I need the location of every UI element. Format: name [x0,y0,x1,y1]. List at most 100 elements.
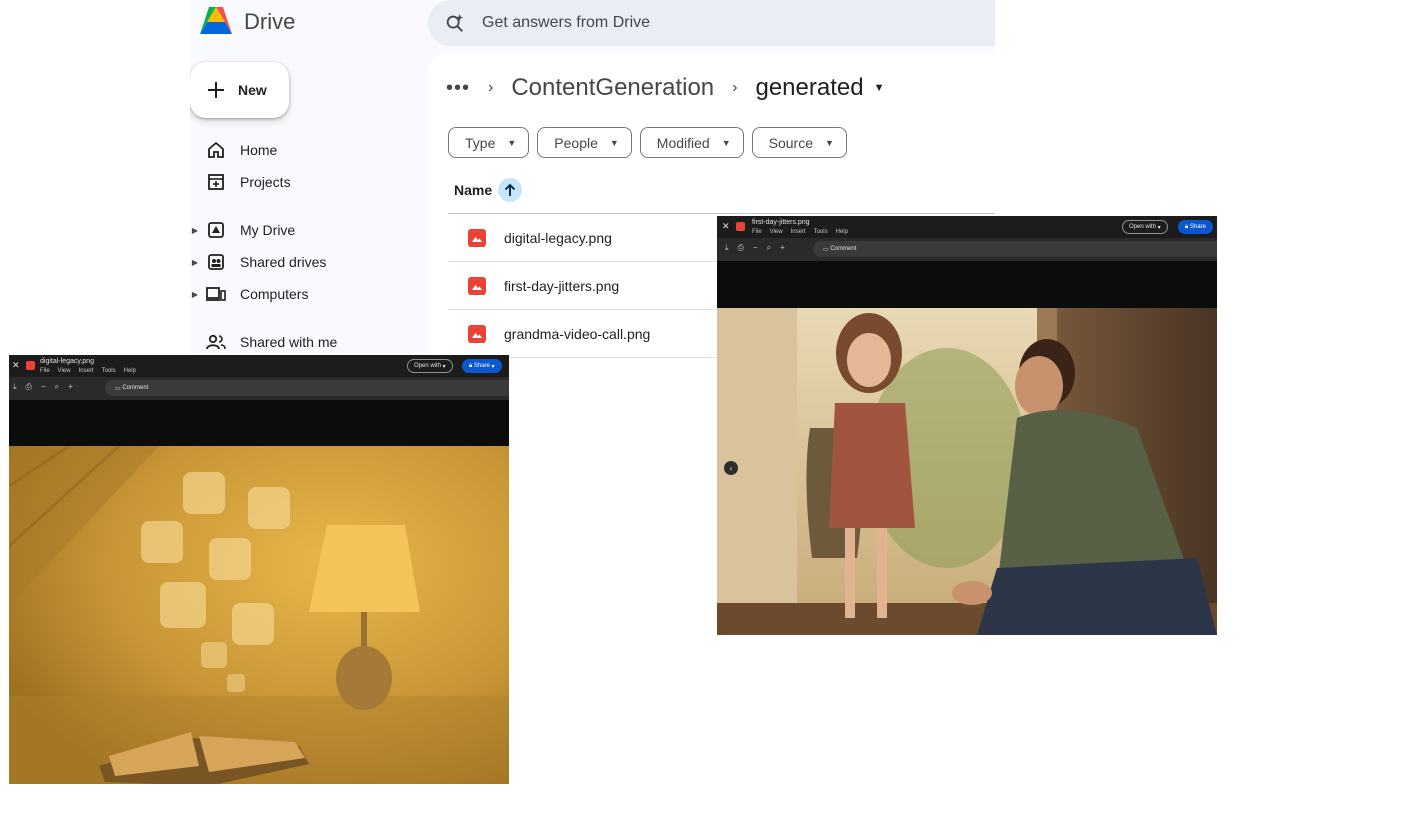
close-icon[interactable]: ✕ [722,221,730,232]
dimmed-background [717,261,1217,308]
preview-title: first-day-jitters.png [752,219,810,226]
filter-label: Modified [656,134,710,151]
sidebar-item-label: Shared with me [240,334,338,350]
menu-tools[interactable]: Tools [102,368,116,374]
menu-tools[interactable]: Tools [814,229,828,235]
dropdown-arrow-icon: ▼ [721,137,731,148]
filter-modified[interactable]: Modified ▼ [639,127,744,158]
sidebar-item-shared-with-me[interactable]: Shared with me [190,326,428,358]
share-button[interactable]: 🔒︎ Share [1178,220,1213,234]
filter-people[interactable]: People ▼ [537,127,632,158]
preview-tools: ⤓ ⎙ − ⌕ + ▭ Comment [9,377,509,400]
preview-image-digital-legacy [9,446,509,784]
image-file-icon [736,222,745,231]
filter-label: Source [768,134,813,151]
preview-toolbar: ✕ digital-legacy.png File View Insert To… [9,355,509,377]
sidebar-item-label: Home [240,142,278,158]
breadcrumb-current[interactable]: generated [755,74,863,102]
home-icon [206,140,226,160]
file-name: digital-legacy.png [504,229,612,246]
dropdown-arrow-icon: ▼ [609,137,619,148]
image-file-icon [468,324,486,343]
expand-caret-icon[interactable]: ▶ [190,226,200,235]
open-with-label: Open with [1129,224,1157,230]
image-file-icon [468,228,486,247]
sidebar-item-projects[interactable]: Projects [190,166,428,198]
menu-view[interactable]: View [770,229,783,235]
preview-menu: File View Insert Tools Help [752,229,848,235]
shared-drives-icon [206,252,226,272]
my-drive-icon [206,220,226,240]
menu-file[interactable]: File [752,229,762,235]
dropdown-arrow-icon[interactable]: ▼ [874,82,885,94]
search-bar[interactable]: Get answers from Drive [428,0,995,46]
menu-insert[interactable]: Insert [791,229,806,235]
file-name: grandma-video-call.png [504,325,651,342]
sidebar-item-computers[interactable]: ▶ Computers [190,278,428,310]
new-button[interactable]: New [190,62,289,118]
sidebar-item-shared-drives[interactable]: ▶ Shared drives [190,246,428,278]
sidebar-item-label: Shared drives [240,254,327,270]
breadcrumb-overflow[interactable]: ••• [446,77,470,100]
open-with-button[interactable]: Open with ▾ [1122,220,1168,234]
image-file-icon [26,361,35,370]
comment-button[interactable]: ▭ Comment [105,380,509,396]
menu-insert[interactable]: Insert [79,368,94,374]
comment-button[interactable]: ▭ Comment [813,241,1217,257]
projects-icon [206,172,226,192]
search-sparkle-icon [446,13,464,32]
zoom-out-icon[interactable]: − [41,382,46,392]
breadcrumb: ••• › ContentGeneration › generated ▼ [446,74,884,102]
previous-arrow-icon[interactable]: ‹ [724,461,738,475]
filter-label: People [554,134,598,151]
preview-toolbar: ✕ first-day-jitters.png File View Insert… [717,216,1217,238]
expand-caret-icon[interactable]: ▶ [190,258,200,267]
zoom-out-icon[interactable]: − [753,243,758,253]
breadcrumb-parent[interactable]: ContentGeneration [511,74,714,102]
download-icon[interactable]: ⤓ [725,243,729,253]
sidebar-item-home[interactable]: Home [190,134,428,166]
menu-help[interactable]: Help [124,368,136,374]
share-label: Share [1189,224,1206,230]
filter-label: Type [465,134,496,151]
computers-icon [206,284,226,304]
close-icon[interactable]: ✕ [12,360,20,371]
preview-window-first-day-jitters: ✕ first-day-jitters.png File View Insert… [717,216,1217,635]
print-icon[interactable]: ⎙ [738,243,744,253]
preview-window-digital-legacy: ✕ digital-legacy.png File View Insert To… [9,355,509,784]
menu-view[interactable]: View [58,368,71,374]
zoom-icon[interactable]: ⌕ [767,243,771,253]
preview-title: digital-legacy.png [40,358,94,365]
zoom-icon[interactable]: ⌕ [55,382,59,392]
zoom-in-icon[interactable]: + [68,382,73,392]
sidebar-item-my-drive[interactable]: ▶ My Drive [190,214,428,246]
open-with-label: Open with [414,363,442,369]
dimmed-background [9,400,509,446]
lock-icon: 🔒︎ [469,362,473,369]
filter-type[interactable]: Type ▼ [448,127,530,158]
app-name: Drive [244,9,296,34]
print-icon[interactable]: ⎙ [26,382,32,392]
plus-icon [208,82,224,98]
expand-caret-icon[interactable]: ▶ [190,290,200,299]
menu-file[interactable]: File [40,368,50,374]
zoom-in-icon[interactable]: + [780,243,785,253]
filter-chips: Type ▼ People ▼ Modified ▼ Source ▼ [448,127,847,158]
sort-ascending-icon[interactable] [498,178,523,202]
menu-help[interactable]: Help [836,229,848,235]
download-icon[interactable]: ⤓ [13,382,17,392]
column-header-label: Name [454,182,493,198]
chevron-right-icon: › [732,79,738,96]
comment-label: Comment [122,385,149,391]
preview-image-first-day-jitters [717,308,1217,635]
column-header-name[interactable]: Name [454,178,523,202]
drive-logo[interactable]: Drive [198,4,295,40]
dropdown-arrow-icon: ▼ [825,137,834,148]
new-button-label: New [238,82,267,98]
image-file-icon [468,276,486,295]
search-placeholder: Get answers from Drive [482,14,651,31]
open-with-button[interactable]: Open with ▾ [407,359,453,373]
share-button[interactable]: 🔒︎ Share ▾ [462,359,502,373]
filter-source[interactable]: Source ▼ [751,127,847,158]
lock-icon: 🔒︎ [1185,223,1189,230]
